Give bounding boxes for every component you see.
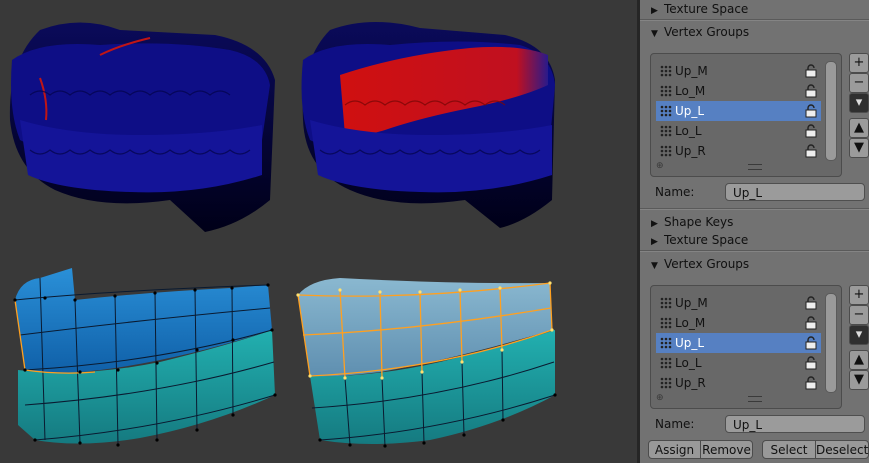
vertex-group-icon bbox=[660, 377, 672, 389]
edit-mesh-left[interactable] bbox=[13, 268, 277, 447]
plus-icon: + bbox=[853, 55, 865, 70]
list-item[interactable]: Lo_L bbox=[656, 121, 821, 141]
arrow-up-icon: ▲ bbox=[854, 352, 864, 367]
list-item[interactable]: Lo_M bbox=[656, 81, 821, 101]
edit-mesh-right[interactable] bbox=[296, 278, 557, 448]
name-label: Name: bbox=[655, 185, 695, 199]
vertex-group-icon bbox=[660, 125, 672, 137]
expanded-triangle-icon: ▼ bbox=[651, 29, 658, 39]
vertex-group-icon bbox=[660, 297, 672, 309]
unlock-icon[interactable] bbox=[805, 64, 817, 78]
add-filter-icon[interactable]: ⊕ bbox=[656, 162, 664, 171]
unlock-icon[interactable] bbox=[805, 296, 817, 310]
properties-panel: ▶ Texture Space ▼ Vertex Groups Up_M Lo_M … bbox=[640, 0, 869, 463]
group-name-field[interactable]: Up_L bbox=[725, 183, 865, 201]
unlock-icon[interactable] bbox=[805, 336, 817, 350]
vertex-group-icon bbox=[660, 145, 672, 157]
specials-menu-button[interactable]: ▾ bbox=[849, 325, 869, 345]
unlock-icon[interactable] bbox=[805, 84, 817, 98]
texture-space-header-top[interactable]: ▶ Texture Space bbox=[640, 0, 869, 18]
3d-viewport[interactable] bbox=[0, 0, 637, 463]
arrow-down-icon: ▼ bbox=[854, 140, 864, 155]
shape-keys-header[interactable]: ▶ Shape Keys bbox=[640, 213, 869, 231]
list-item-selected[interactable]: Up_L bbox=[656, 333, 821, 353]
weight-paint-model-left[interactable] bbox=[9, 22, 275, 233]
viewport-canvas[interactable] bbox=[0, 0, 637, 463]
move-up-button[interactable]: ▲ bbox=[849, 118, 869, 138]
list-item[interactable]: Up_M bbox=[656, 61, 821, 81]
move-up-button[interactable]: ▲ bbox=[849, 350, 869, 370]
divider bbox=[640, 250, 869, 252]
move-down-button[interactable]: ▼ bbox=[849, 370, 869, 390]
unlock-icon[interactable] bbox=[805, 376, 817, 390]
divider bbox=[640, 208, 869, 210]
unlock-icon[interactable] bbox=[805, 104, 817, 118]
unlock-icon[interactable] bbox=[805, 316, 817, 330]
add-group-button[interactable]: + bbox=[849, 285, 869, 305]
list-scrollbar[interactable] bbox=[825, 61, 837, 161]
group-name-field[interactable]: Up_L bbox=[725, 415, 865, 433]
remove-group-button[interactable]: − bbox=[849, 73, 869, 93]
unlock-icon[interactable] bbox=[805, 356, 817, 370]
divider bbox=[640, 19, 869, 21]
add-filter-icon[interactable]: ⊕ bbox=[656, 394, 664, 403]
list-item[interactable]: Up_M bbox=[656, 293, 821, 313]
unlock-icon[interactable] bbox=[805, 144, 817, 158]
move-down-button[interactable]: ▼ bbox=[849, 138, 869, 158]
plus-icon: + bbox=[853, 287, 865, 302]
specials-menu-button[interactable]: ▾ bbox=[849, 93, 869, 113]
select-button[interactable]: Select bbox=[762, 440, 816, 459]
remove-button[interactable]: Remove bbox=[700, 440, 753, 459]
minus-icon: − bbox=[853, 307, 865, 322]
menu-down-icon: ▾ bbox=[855, 95, 863, 110]
vertex-groups-header-top[interactable]: ▼ Vertex Groups bbox=[640, 23, 869, 41]
name-label: Name: bbox=[655, 417, 695, 431]
vertex-group-icon bbox=[660, 357, 672, 369]
list-resize-grip[interactable] bbox=[748, 396, 762, 402]
collapsed-triangle-icon: ▶ bbox=[651, 6, 658, 16]
remove-group-button[interactable]: − bbox=[849, 305, 869, 325]
menu-down-icon: ▾ bbox=[855, 327, 863, 342]
arrow-down-icon: ▼ bbox=[854, 372, 864, 387]
list-item[interactable]: Lo_M bbox=[656, 313, 821, 333]
list-item[interactable]: Up_R bbox=[656, 373, 821, 393]
list-item-selected[interactable]: Up_L bbox=[656, 101, 821, 121]
minus-icon: − bbox=[853, 75, 865, 90]
vertex-groups-header-bottom[interactable]: ▼ Vertex Groups bbox=[640, 255, 869, 273]
vertex-group-icon bbox=[660, 105, 672, 117]
vertex-group-list-bottom[interactable]: Up_M Lo_M Up_L Lo_L Up_R ⊕ bbox=[650, 285, 842, 409]
add-group-button[interactable]: + bbox=[849, 53, 869, 73]
vertex-group-list-top[interactable]: Up_M Lo_M Up_L Lo_L Up_R ⊕ bbox=[650, 53, 842, 177]
vertex-group-icon bbox=[660, 317, 672, 329]
list-item[interactable]: Lo_L bbox=[656, 353, 821, 373]
deselect-button[interactable]: Deselect bbox=[815, 440, 869, 459]
unlock-icon[interactable] bbox=[805, 124, 817, 138]
list-scrollbar[interactable] bbox=[825, 293, 837, 393]
arrow-up-icon: ▲ bbox=[854, 120, 864, 135]
texture-space-header-bottom[interactable]: ▶ Texture Space bbox=[640, 231, 869, 249]
collapsed-triangle-icon: ▶ bbox=[651, 237, 658, 247]
assign-button[interactable]: Assign bbox=[648, 440, 701, 459]
weight-paint-model-right[interactable] bbox=[301, 21, 555, 228]
vertex-group-icon bbox=[660, 337, 672, 349]
list-item[interactable]: Up_R bbox=[656, 141, 821, 161]
vertex-group-icon bbox=[660, 85, 672, 97]
vertex-group-icon bbox=[660, 65, 672, 77]
list-resize-grip[interactable] bbox=[748, 164, 762, 170]
expanded-triangle-icon: ▼ bbox=[651, 261, 658, 271]
